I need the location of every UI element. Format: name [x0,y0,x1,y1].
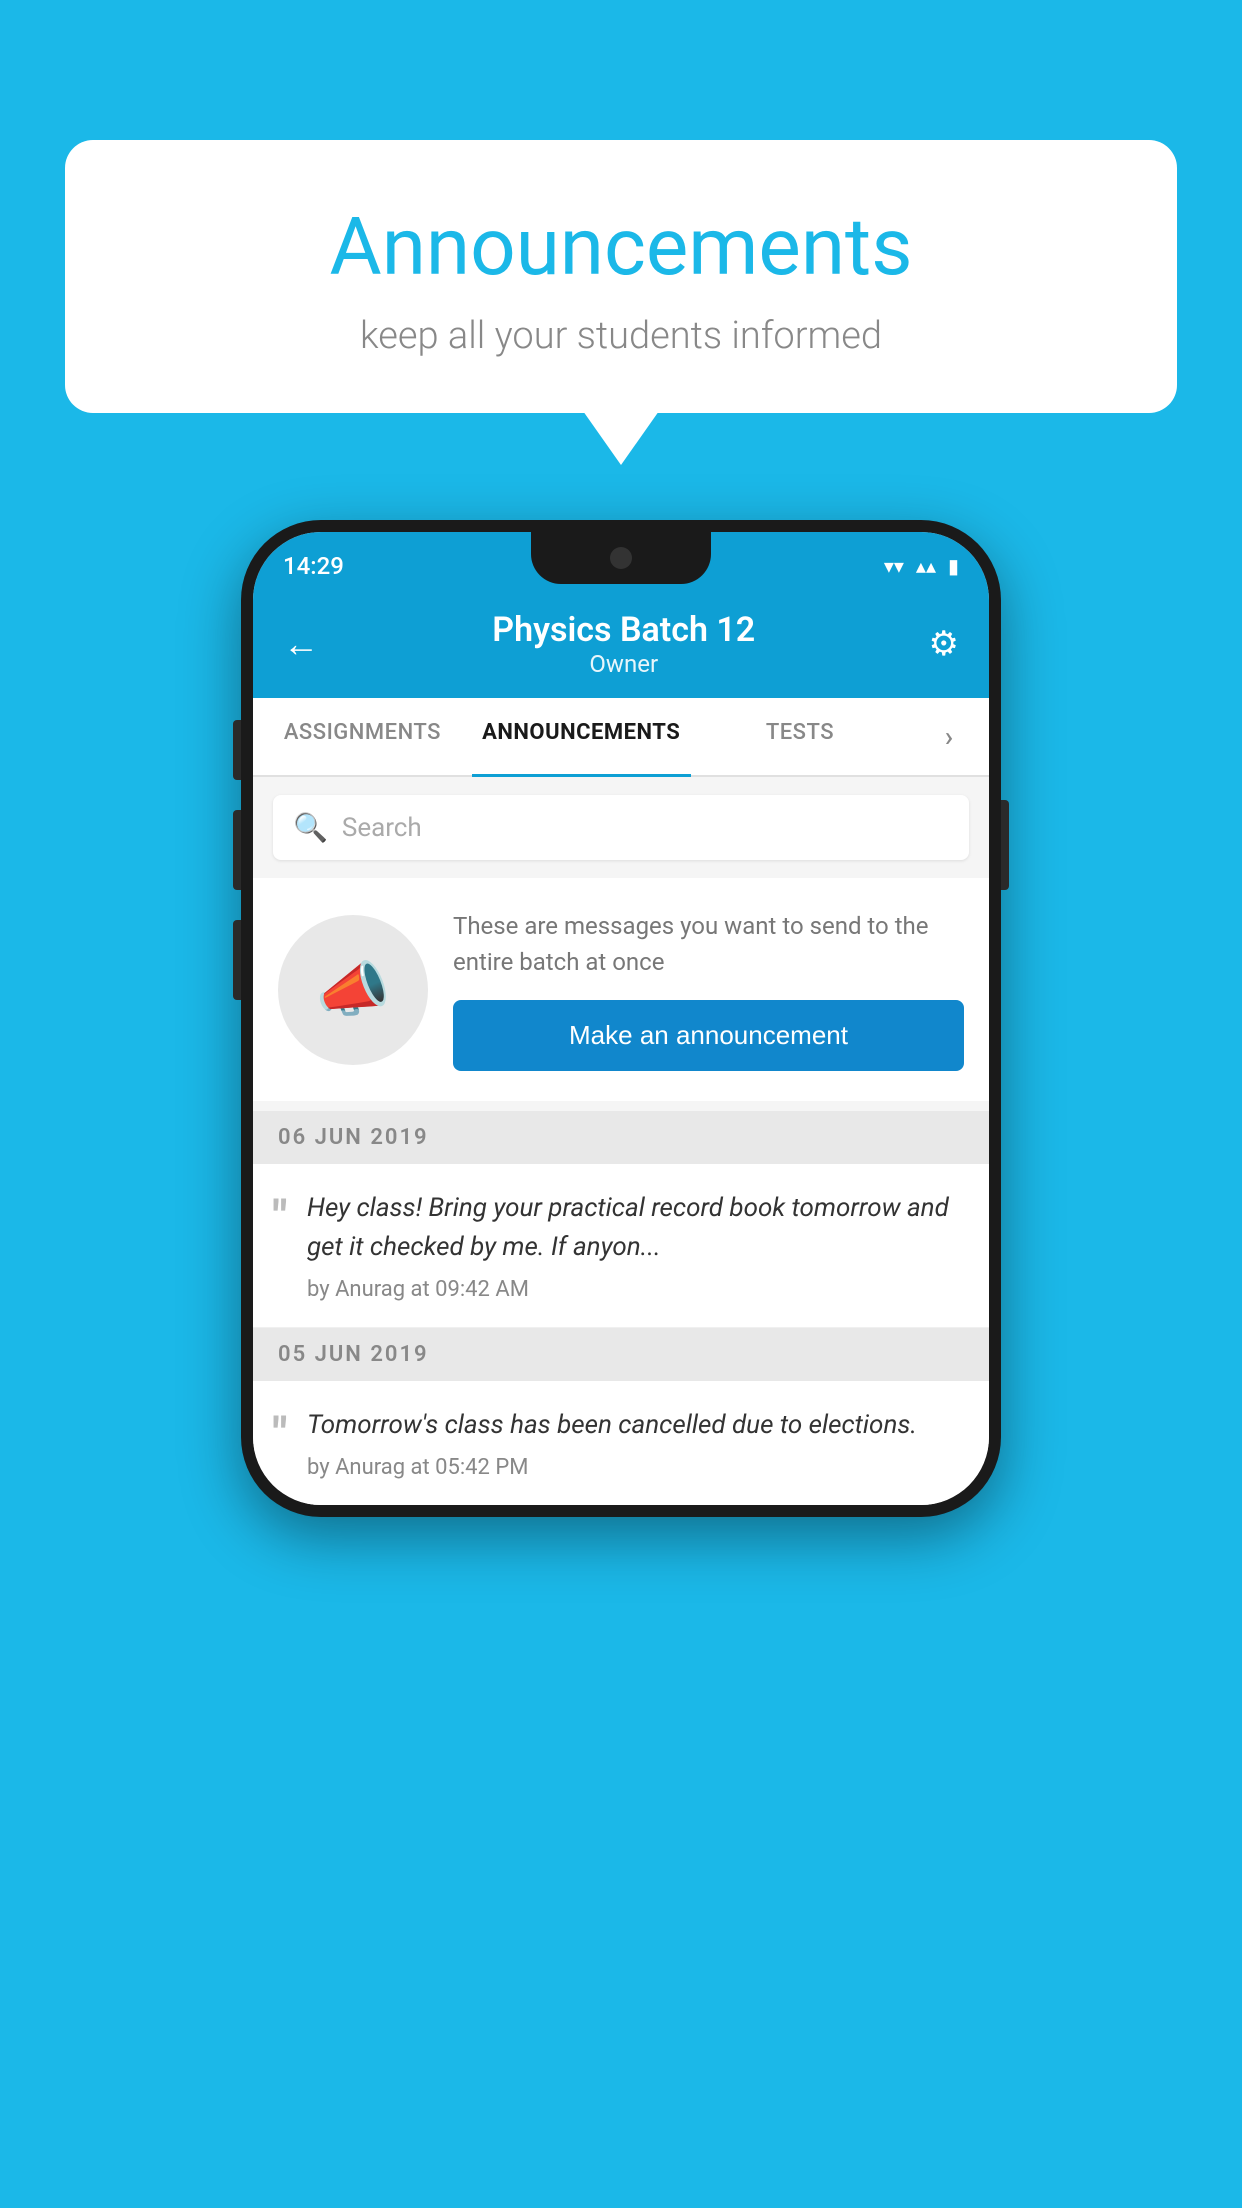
search-icon: 🔍 [293,811,328,844]
tab-more[interactable]: › [909,698,989,775]
announcement-prompt: 📣 These are messages you want to send to… [253,878,989,1101]
phone-body: 14:29 ▾▾ ▴▴ ▮ ← Physics Batch 12 Owner ⚙ [241,520,1001,1517]
status-time: 14:29 [283,552,344,580]
date-separator-2: 05 JUN 2019 [253,1328,989,1381]
battery-icon: ▮ [948,554,959,578]
date-separator-1: 06 JUN 2019 [253,1111,989,1164]
make-announcement-button[interactable]: Make an announcement [453,1000,964,1071]
announcement-right: These are messages you want to send to t… [453,908,964,1071]
front-camera [610,547,632,569]
announcement-meta-2: by Anurag at 05:42 PM [307,1455,917,1480]
quote-icon-2: " [273,1411,287,1455]
volume-down-button [233,920,241,1000]
tab-announcements[interactable]: ANNOUNCEMENTS [472,698,691,775]
search-placeholder: Search [342,813,422,843]
settings-button[interactable]: ⚙ [929,624,959,664]
announcement-content-2: Tomorrow's class has been cancelled due … [307,1406,917,1480]
quote-icon-1: " [273,1194,287,1238]
announcement-text-1: Hey class! Bring your practical record b… [307,1189,969,1267]
volume-up-button [233,810,241,890]
app-bar-center: Physics Batch 12 Owner [492,610,755,678]
app-bar: ← Physics Batch 12 Owner ⚙ [253,592,989,698]
announcement-text-2: Tomorrow's class has been cancelled due … [307,1406,917,1445]
back-button[interactable]: ← [283,623,319,665]
speech-bubble-section: Announcements keep all your students inf… [65,140,1177,413]
tabs-bar: ASSIGNMENTS ANNOUNCEMENTS TESTS › [253,698,989,777]
batch-title: Physics Batch 12 [492,610,755,650]
wifi-icon: ▾▾ [884,554,904,578]
announcement-item-1: " Hey class! Bring your practical record… [253,1164,989,1328]
app-title: Announcements [145,200,1097,294]
phone-mockup: 14:29 ▾▾ ▴▴ ▮ ← Physics Batch 12 Owner ⚙ [241,520,1001,1517]
signal-icon: ▴▴ [916,554,936,578]
app-subtitle: keep all your students informed [145,314,1097,358]
phone-screen: 14:29 ▾▾ ▴▴ ▮ ← Physics Batch 12 Owner ⚙ [253,532,989,1505]
announcement-content-1: Hey class! Bring your practical record b… [307,1189,969,1302]
status-icons: ▾▾ ▴▴ ▮ [884,554,959,578]
speech-bubble: Announcements keep all your students inf… [65,140,1177,413]
batch-subtitle: Owner [492,650,755,678]
tab-assignments[interactable]: ASSIGNMENTS [253,698,472,775]
tab-tests[interactable]: TESTS [691,698,910,775]
power-button [1001,800,1009,890]
announcement-icon-circle: 📣 [278,915,428,1065]
announcement-description: These are messages you want to send to t… [453,908,964,980]
announcement-item-2: " Tomorrow's class has been cancelled du… [253,1381,989,1505]
megaphone-icon: 📣 [316,954,391,1025]
phone-notch [531,532,711,584]
announcement-meta-1: by Anurag at 09:42 AM [307,1277,969,1302]
search-bar[interactable]: 🔍 Search [273,795,969,860]
mute-button [233,720,241,780]
